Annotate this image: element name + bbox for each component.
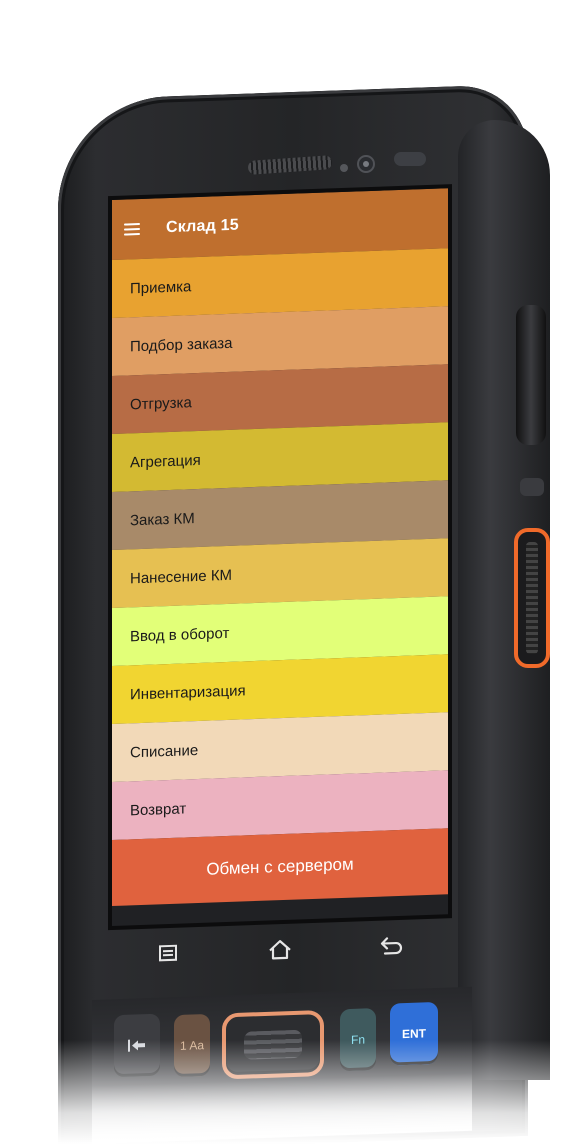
volume-button[interactable] xyxy=(516,305,546,445)
app-title: Склад 15 xyxy=(166,216,239,237)
menu-item-label: Агрегация xyxy=(130,451,201,471)
back-icon xyxy=(380,937,403,955)
front-camera-icon xyxy=(357,155,375,173)
home-button[interactable] xyxy=(260,930,300,967)
side-small-button[interactable] xyxy=(520,478,544,496)
menu-item-label: Отгрузка xyxy=(130,393,192,413)
scan-side-key[interactable] xyxy=(514,528,550,668)
recents-icon xyxy=(159,944,177,962)
menu-item-label: Подбор заказа xyxy=(130,334,233,355)
hamburger-menu-icon[interactable] xyxy=(124,223,140,236)
exchange-with-server-button[interactable]: Обмен с сервером xyxy=(112,828,448,906)
back-button[interactable] xyxy=(372,927,412,964)
main-menu: Приемка Подбор заказа Отгрузка Агрегация Зак… xyxy=(112,248,448,840)
menu-item-label: Приемка xyxy=(130,277,192,297)
app-screen: Склад 15 Приемка Подбор заказа Отгрузка Агр… xyxy=(112,188,448,927)
recents-button[interactable] xyxy=(148,934,188,971)
proximity-sensor xyxy=(340,164,348,172)
home-icon xyxy=(269,940,291,960)
menu-item-label: Ввод в оборот xyxy=(130,624,230,645)
menu-item-label: Заказ КМ xyxy=(130,509,195,529)
menu-item-label: Нанесение КМ xyxy=(130,566,233,587)
menu-item-label: Списание xyxy=(130,741,199,761)
light-sensor xyxy=(394,152,426,166)
menu-item-label: Возврат xyxy=(130,799,187,819)
bottom-fade xyxy=(0,1040,580,1144)
menu-item-label: Инвентаризация xyxy=(130,681,246,703)
